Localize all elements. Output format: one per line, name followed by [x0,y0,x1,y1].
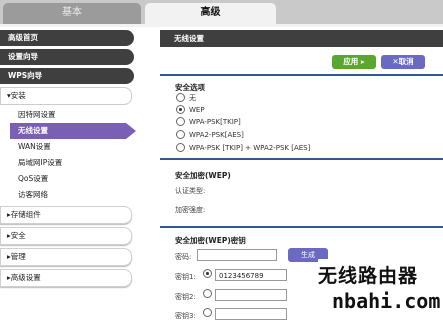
divider [160,226,443,228]
radio-label: 无 [189,94,196,102]
top-tab-bar: 基本 高级 [0,0,443,24]
tab-advanced[interactable]: 高级 [145,3,276,24]
radio-icon [176,116,185,126]
radio-icon [203,289,212,298]
divider [160,158,443,160]
key3-label: 密钥3: [175,312,196,320]
radio-option-wpa2-aes[interactable]: WPA2-PSK[AES] [176,129,244,141]
sidebar-item-setup-wizard[interactable]: 设置向导 [0,49,134,65]
wep-security-title: 安全加密(WEP) [175,171,231,180]
sidebar-group-security[interactable]: ▸安全 [0,227,132,245]
sidebar-item-wps-wizard[interactable]: WPS向导 [0,68,134,84]
sidebar: 高级首页 设置向导 WPS向导 ▾安装 因特网设置 无线设置 WAN设置 局域网… [0,30,143,287]
radio-checked-icon [176,104,185,114]
key3-input[interactable] [215,308,287,320]
sidebar-group-setup[interactable]: ▾安装 [0,87,132,105]
sidebar-item-lan-ip[interactable]: 局域网IP设置 [0,155,143,171]
key2-input[interactable] [215,289,287,301]
watermark-url: nbahi.com [332,289,441,313]
sidebar-item-internet[interactable]: 因特网设置 [0,107,143,123]
radio-icon [203,308,212,317]
key1-label: 密钥1: [175,273,196,281]
radio-option-wpa-tkip[interactable]: WPA-PSK[TKIP] [176,116,241,128]
radio-option-none[interactable]: 无 [176,92,196,104]
sidebar-group-management[interactable]: ▸管理 [0,248,132,266]
cancel-button[interactable]: ✕取消 [381,55,425,69]
security-options-title: 安全选项 [175,83,205,92]
encryption-strength-label: 加密强度: [175,206,206,214]
radio-option-wep[interactable]: WEP [176,104,205,116]
passphrase-label: 密码: [175,253,192,261]
apply-button[interactable]: 应用 ▸ [332,55,376,69]
passphrase-input[interactable] [197,249,277,261]
sidebar-item-wireless-label: 无线设置 [18,126,48,135]
sidebar-item-home[interactable]: 高级首页 [0,30,134,46]
watermark: 无线路由器 nbahi.com [318,259,443,319]
sidebar-group-advanced[interactable]: ▸高级设置 [0,269,132,287]
radio-icon [176,142,185,152]
radio-label: WEP [189,106,205,114]
radio-option-wpa-mixed[interactable]: WPA-PSK [TKIP] + WPA2-PSK [AES] [176,142,311,154]
radio-icon [176,92,185,102]
page-title: 无线设置 [160,30,443,47]
sidebar-item-qos[interactable]: QoS设置 [0,171,143,187]
radio-label: WPA2-PSK[AES] [189,131,244,139]
radio-label: WPA-PSK [TKIP] + WPA2-PSK [AES] [189,144,311,152]
sidebar-group-storage[interactable]: ▸存储组件 [0,206,132,224]
tab-basic[interactable]: 基本 [3,3,141,24]
sidebar-item-guest-network[interactable]: 访客网络 [0,187,143,203]
active-arrow-icon [126,123,136,139]
watermark-title: 无线路由器 [318,265,419,287]
radio-checked-icon [203,269,212,278]
wep-key-title: 安全加密(WEP)密钥 [175,236,246,245]
radio-icon [176,129,185,139]
key1-input[interactable]: 0123456789 [215,269,287,281]
divider [160,74,443,76]
key2-label: 密钥2: [175,293,196,301]
radio-label: WPA-PSK[TKIP] [189,118,241,126]
tab-divider [0,24,443,27]
auth-type-label: 认证类型: [175,187,206,195]
sidebar-item-wan[interactable]: WAN设置 [0,139,143,155]
sidebar-item-wireless[interactable]: 无线设置 [0,123,143,139]
